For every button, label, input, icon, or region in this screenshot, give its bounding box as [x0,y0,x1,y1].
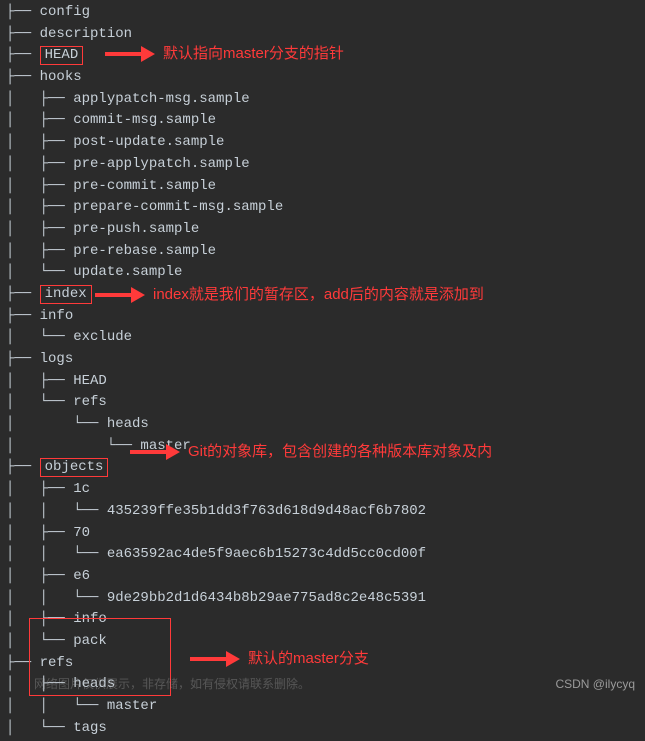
annot-refs-text: 默认的master分支 [248,647,369,670]
annot-index-text: index就是我们的暂存区，add后的内容就是添加到 [153,283,484,306]
arrow-icon [105,47,155,61]
node-hooks: hooks [40,69,82,85]
hook-item: pre-rebase.sample [73,243,216,259]
obj-info: info [73,611,107,627]
hook-item: prepare-commit-msg.sample [73,199,283,215]
arrow-icon [190,652,240,666]
hook-item: applypatch-msg.sample [73,91,249,107]
annot-head: 默认指向master分支的指针 [105,42,344,65]
node-exclude: exclude [73,329,132,345]
obj-dir: 70 [73,525,90,541]
node-head: HEAD [40,46,84,65]
node-refs: refs [40,655,74,671]
node-info: info [40,308,74,324]
obj-dir: 1c [73,481,90,497]
git-tree: ├── config ├── description ├── HEAD ├── … [0,0,645,741]
node-index: index [40,285,92,304]
watermark: CSDN @ilycyq [555,675,635,694]
node-objects: objects [40,458,109,477]
hook-item: pre-push.sample [73,221,199,237]
node-logs-head: HEAD [73,373,107,389]
obj-pack: pack [73,633,107,649]
hook-item: pre-applypatch.sample [73,156,249,172]
arrow-icon [95,288,145,302]
annot-index: index就是我们的暂存区，add后的内容就是添加到 [95,283,484,306]
hook-item: pre-commit.sample [73,178,216,194]
node-logs-refs: refs [73,394,107,410]
annot-head-text: 默认指向master分支的指针 [163,42,344,65]
node-logs-heads: heads [107,416,149,432]
obj-hash: ea63592ac4de5f9aec6b15273c4dd5cc0cd00f [107,546,426,562]
obj-dir: e6 [73,568,90,584]
node-refs-master: master [107,698,157,714]
obj-hash: 435239ffe35b1dd3f763d618d9d48acf6b7802 [107,503,426,519]
obj-hash: 9de29bb2d1d6434b8b29ae775ad8c2e48c5391 [107,590,426,606]
annot-objects: Git的对象库，包含创建的各种版本库对象及内 [130,440,492,463]
node-description: description [40,26,132,42]
hook-item: post-update.sample [73,134,224,150]
faint-footer-text: 网络图片仅供展示，非存储，如有侵权请联系删除。 [34,675,310,694]
arrow-icon [130,445,180,459]
annot-objects-text: Git的对象库，包含创建的各种版本库对象及内 [188,440,492,463]
annot-refs: 默认的master分支 [190,647,369,670]
node-refs-tags: tags [73,720,107,736]
hook-item: update.sample [73,264,182,280]
node-logs: logs [40,351,74,367]
node-config: config [40,4,90,20]
hook-item: commit-msg.sample [73,112,216,128]
